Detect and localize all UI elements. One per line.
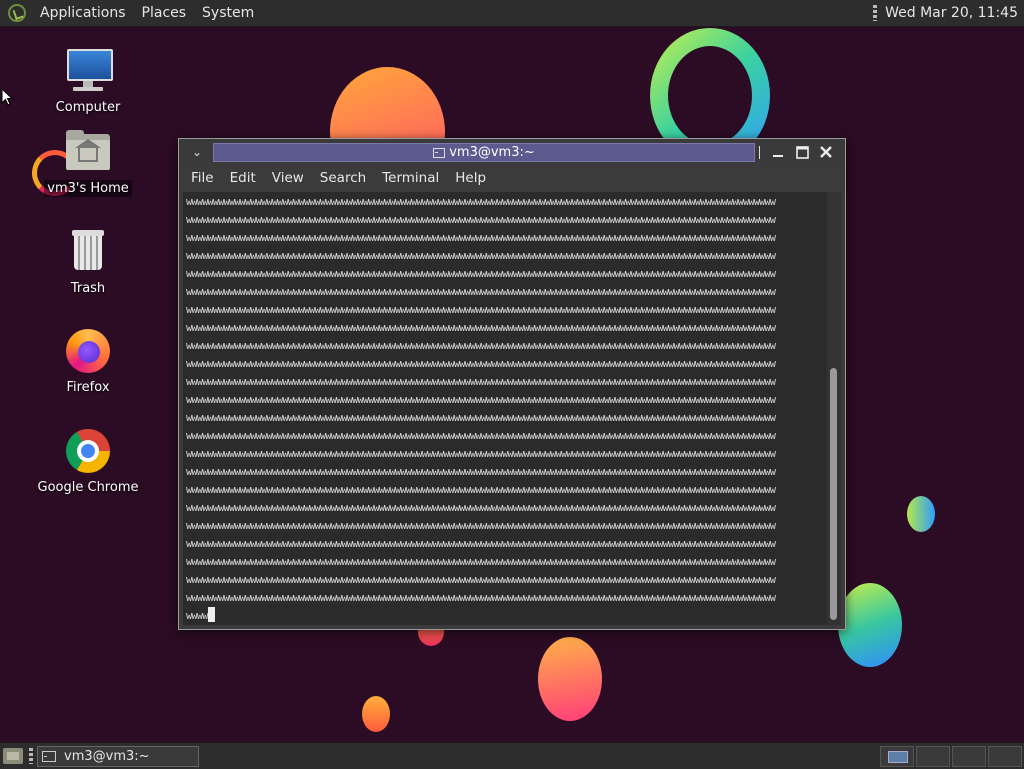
terminal-line: wwwwwwwwwwwwwwwwwwwwwwwwwwwwwwwwwwwwwwww… (186, 250, 776, 262)
places-menu[interactable]: Places (134, 5, 195, 21)
terminal-line: wwwwwwwwwwwwwwwwwwwwwwwwwwwwwwwwwwwwwwww… (186, 304, 776, 316)
terminal-line: wwwwwwwwwwwwwwwwwwwwwwwwwwwwwwwwwwwwwwww… (186, 232, 776, 244)
taskbar-item-terminal[interactable]: vm3@vm3:~ (37, 745, 199, 767)
terminal-output[interactable]: wwwwwwwwwwwwwwwwwwwwwwwwwwwwwwwwwwwwwwww… (183, 192, 827, 625)
desktop-icon-home[interactable]: vm3's Home (33, 128, 143, 197)
taskbar-item-label: vm3@vm3:~ (64, 748, 150, 764)
terminal-line: wwwwwwwwwwwwwwwwwwwwwwwwwwwwwwwwwwwwwwww… (186, 448, 776, 460)
applications-menu[interactable]: Applications (32, 5, 134, 21)
terminal-line: wwwwwwwwwwwwwwwwwwwwwwwwwwwwwwwwwwwwwwww… (186, 574, 776, 586)
desktop-icon-label: Google Chrome (37, 480, 139, 495)
desktop-icon-firefox[interactable]: Firefox (33, 327, 143, 396)
maximize-button[interactable] (791, 142, 813, 162)
desktop-icon-label: Firefox (66, 380, 110, 395)
terminal-line: wwwwwwwwwwwwwwwwwwwwwwwwwwwwwwwwwwwwwwww… (186, 556, 776, 568)
workspace-3[interactable] (952, 745, 986, 767)
terminal-line: wwwwwwwwwwwwwwwwwwwwwwwwwwwwwwwwwwwwwwww… (186, 268, 776, 280)
terminal-line: wwwwwwwwwwwwwwwwwwwwwwwwwwwwwwwwwwwwwwww… (186, 340, 776, 352)
system-menu[interactable]: System (194, 5, 262, 21)
workspace-1[interactable] (880, 745, 914, 767)
computer-icon (64, 47, 113, 95)
bottom-panel: vm3@vm3:~ (0, 742, 1024, 769)
text-cursor (208, 607, 216, 622)
desktop-icon-label: vm3's Home (44, 180, 132, 197)
menu-terminal[interactable]: Terminal (374, 170, 447, 186)
workspace-2[interactable] (916, 745, 950, 767)
terminal-line: wwwwwwwwwwwwwwwwwwwwwwwwwwwwwwwwwwwwwwww… (186, 394, 776, 406)
terminal-line: wwwwwwwwwwwwwwwwwwwwwwwwwwwwwwwwwwwwwwww… (186, 358, 776, 370)
scrollbar-thumb[interactable] (830, 368, 837, 620)
terminal-window[interactable]: ⌄ vm3@vm3:~ File Edit View Search Termin… (178, 138, 846, 630)
trash-icon (64, 228, 112, 276)
window-menu-button[interactable]: ⌄ (183, 142, 211, 162)
desktop-icon-chrome[interactable]: Google Chrome (33, 427, 143, 496)
menu-edit[interactable]: Edit (222, 170, 264, 186)
terminal-line: wwwwwwwwwwwwwwwwwwwwwwwwwwwwwwwwwwwwwwww… (186, 538, 776, 550)
chrome-icon (64, 427, 112, 475)
close-icon (820, 146, 832, 158)
distro-logo-icon[interactable] (8, 4, 26, 22)
terminal-line: wwwwwwwwwwwwwwwwwwwwwwwwwwwwwwwwwwwwwwww… (186, 502, 776, 514)
window-titlebar[interactable]: ⌄ vm3@vm3:~ (179, 139, 845, 165)
menu-file[interactable]: File (183, 170, 222, 186)
show-desktop-icon[interactable] (3, 748, 23, 764)
menu-help[interactable]: Help (447, 170, 494, 186)
desktop-icon-computer[interactable]: Computer (33, 47, 143, 116)
terminal-menubar: File Edit View Search Terminal Help (183, 166, 841, 190)
terminal-line: wwwwwwwwwwwwwwwwwwwwwwwwwwwwwwwwwwwwwwww… (186, 412, 776, 424)
close-button[interactable] (815, 142, 837, 162)
firefox-icon (64, 327, 112, 375)
clock[interactable]: Wed Mar 20, 11:45 (885, 5, 1018, 21)
minimize-button[interactable] (767, 142, 789, 162)
terminal-line: wwwwwwwwwwwwwwwwwwwwwwwwwwwwwwwwwwwwwwww… (186, 322, 776, 334)
workspace-4[interactable] (988, 745, 1022, 767)
terminal-line: wwwwwwwwwwwwwwwwwwwwwwwwwwwwwwwwwwwwwwww… (186, 430, 776, 442)
window-title-bar[interactable]: vm3@vm3:~ (213, 143, 755, 162)
terminal-scrollbar[interactable] (827, 192, 841, 625)
terminal-icon (433, 147, 446, 158)
window-title: vm3@vm3:~ (449, 145, 535, 160)
menu-search[interactable]: Search (312, 170, 374, 186)
maximize-icon (795, 145, 809, 159)
terminal-text: wwwwwwwwwwwwwwwwwwwwwwwwwwwwwwwwwwwwwwww… (186, 193, 826, 625)
panel-handle-icon[interactable] (29, 748, 33, 764)
terminal-line: wwwwwwwwwwwwwwwwwwwwwwwwwwwwwwwwwwwwwwww… (186, 214, 776, 226)
terminal-line: wwwwwwwwwwwwwwwwwwwwwwwwwwwwwwwwwwwwwwww… (186, 520, 776, 532)
terminal-prompt-line: wwww (186, 607, 826, 625)
prompt-text: wwww (186, 610, 208, 622)
menu-view[interactable]: View (264, 170, 312, 186)
titlebar-separator (759, 146, 760, 159)
terminal-icon (42, 750, 56, 762)
terminal-line: wwwwwwwwwwwwwwwwwwwwwwwwwwwwwwwwwwwwwwww… (186, 286, 776, 298)
minimize-icon (773, 155, 783, 157)
panel-handle-icon[interactable] (873, 5, 878, 21)
top-panel: Applications Places System Wed Mar 20, 1… (0, 0, 1024, 27)
terminal-line: wwwwwwwwwwwwwwwwwwwwwwwwwwwwwwwwwwwwwwww… (186, 466, 776, 478)
terminal-line: wwwwwwwwwwwwwwwwwwwwwwwwwwwwwwwwwwwwwwww… (186, 484, 776, 496)
home-folder-icon (64, 128, 112, 176)
desktop-icon-label: Computer (55, 100, 121, 115)
desktop-icon-label: Trash (70, 281, 106, 296)
terminal-line: wwwwwwwwwwwwwwwwwwwwwwwwwwwwwwwwwwwwwwww… (186, 196, 776, 208)
desktop-icon-trash[interactable]: Trash (33, 228, 143, 297)
terminal-line: wwwwwwwwwwwwwwwwwwwwwwwwwwwwwwwwwwwwwwww… (186, 376, 776, 388)
terminal-line: wwwwwwwwwwwwwwwwwwwwwwwwwwwwwwwwwwwwwwww… (186, 592, 776, 604)
chevron-down-icon: ⌄ (191, 145, 203, 159)
